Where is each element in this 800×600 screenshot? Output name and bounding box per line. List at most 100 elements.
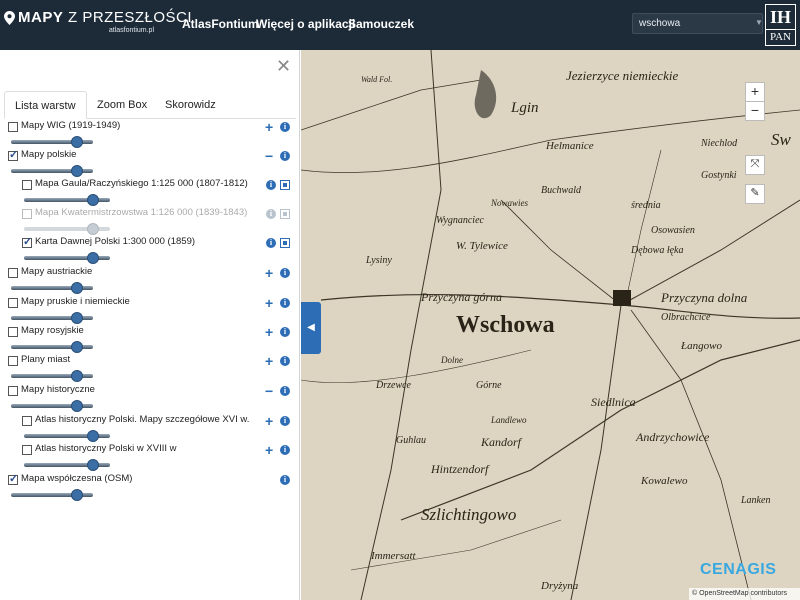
slider-thumb[interactable] — [70, 282, 83, 294]
layer-checkbox[interactable] — [22, 416, 32, 426]
map-attribution[interactable]: © OpenStreetMap contributors — [689, 588, 800, 600]
info-icon[interactable]: i — [280, 327, 290, 337]
layer-checkbox[interactable] — [8, 472, 18, 485]
collapse-group-button[interactable]: − — [265, 149, 273, 163]
legend-icon[interactable] — [280, 209, 290, 219]
opacity-slider[interactable] — [24, 223, 110, 235]
info-icon[interactable]: i — [280, 151, 290, 161]
close-icon[interactable]: ✕ — [276, 56, 291, 77]
slider-thumb[interactable] — [70, 489, 83, 501]
layer-checkbox[interactable] — [8, 327, 18, 337]
layer-checkbox[interactable] — [8, 122, 18, 132]
map-place-label: Siedlnica — [591, 395, 636, 409]
info-icon[interactable]: i — [280, 268, 290, 278]
expand-group-button[interactable]: + — [265, 266, 273, 280]
map-place-label: Olbrachcice — [661, 312, 711, 323]
opacity-slider[interactable] — [11, 370, 93, 382]
opacity-slider[interactable] — [24, 430, 110, 442]
map-place-label: W. Tylewice — [456, 240, 508, 252]
layer-label: Plany miast — [21, 354, 71, 365]
opacity-slider[interactable] — [11, 341, 93, 353]
expand-group-button[interactable]: + — [265, 325, 273, 339]
slider-thumb[interactable] — [86, 252, 99, 264]
map-road — [350, 519, 562, 571]
opacity-slider[interactable] — [11, 165, 93, 177]
slider-thumb[interactable] — [86, 430, 99, 442]
slider-thumb[interactable] — [70, 165, 83, 177]
expand-group-button[interactable]: + — [265, 414, 273, 428]
search-input[interactable] — [632, 13, 763, 34]
zoom-out-button[interactable]: − — [745, 101, 765, 121]
layer-checkbox[interactable] — [22, 180, 32, 190]
layer-checkbox[interactable] — [8, 298, 18, 308]
collapse-panel-button[interactable]: ◀ — [301, 302, 321, 354]
map-lake — [474, 70, 497, 119]
slider-thumb[interactable] — [86, 459, 99, 471]
nav-tutorial[interactable]: Samouczek — [348, 17, 414, 31]
app-logo[interactable]: MAPY Z PRZESZŁOŚCI atlasfontium.pl — [4, 9, 192, 39]
slider-thumb[interactable] — [70, 312, 83, 324]
slider-thumb[interactable] — [70, 136, 83, 148]
info-icon[interactable]: i — [266, 180, 276, 190]
map-place-label: Helmanice — [546, 140, 594, 152]
map-place-label: Wschowa — [456, 312, 555, 338]
opacity-slider[interactable] — [11, 136, 93, 148]
opacity-slider[interactable] — [11, 282, 93, 294]
expand-group-button[interactable]: + — [265, 296, 273, 310]
opacity-slider[interactable] — [24, 252, 110, 264]
map-view[interactable]: Wschowa Lgin Jezierzyce niemieckie Helmanic… — [301, 50, 800, 600]
info-icon[interactable]: i — [280, 298, 290, 308]
layer-checkbox[interactable] — [8, 356, 18, 366]
ruler-icon[interactable]: ✎ — [745, 184, 765, 204]
info-icon[interactable]: i — [280, 356, 290, 366]
info-icon[interactable]: i — [266, 209, 276, 219]
collapse-group-button[interactable]: − — [265, 384, 273, 398]
zoom-in-button[interactable]: + — [745, 82, 765, 102]
layer-label: Mapy WIG (1919-1949) — [21, 120, 121, 131]
info-icon[interactable]: i — [266, 238, 276, 248]
fullscreen-icon[interactable]: ⤧ — [745, 155, 765, 175]
layer-row: Atlas historyczny Polski w XVIII w + i — [0, 443, 300, 475]
info-icon[interactable]: i — [280, 386, 290, 396]
opacity-slider[interactable] — [24, 194, 110, 206]
opacity-slider[interactable] — [24, 459, 110, 471]
nav-more-about-app[interactable]: Więcej o aplikacji — [256, 17, 355, 31]
layer-checkbox[interactable] — [22, 445, 32, 455]
legend-icon[interactable] — [280, 238, 290, 248]
map-place-label: Landlewo — [491, 415, 527, 425]
info-icon[interactable]: i — [280, 445, 290, 455]
top-bar: MAPY Z PRZESZŁOŚCI atlasfontium.pl Atlas… — [0, 0, 800, 50]
map-place-label: Osowasien — [651, 225, 695, 236]
slider-thumb[interactable] — [86, 194, 99, 206]
tab-index[interactable]: Skorowidz — [155, 91, 226, 119]
layer-checkbox[interactable] — [8, 268, 18, 278]
map-place-label: Wald Fol. — [361, 75, 393, 84]
slider-thumb[interactable] — [70, 341, 83, 353]
layer-checkbox[interactable] — [8, 148, 18, 161]
expand-group-button[interactable]: + — [265, 443, 273, 457]
info-icon[interactable]: i — [280, 416, 290, 426]
legend-icon[interactable] — [280, 180, 290, 190]
info-icon[interactable]: i — [280, 122, 290, 132]
layer-checkbox[interactable] — [22, 235, 32, 248]
layer-checkbox[interactable] — [8, 386, 18, 396]
search-dropdown-icon[interactable]: ▼ — [755, 18, 763, 27]
ihpan-logo[interactable]: IH PAN — [765, 4, 796, 46]
slider-thumb[interactable] — [86, 223, 99, 235]
layer-label: Mapy austriackie — [21, 266, 93, 277]
tab-layer-list[interactable]: Lista warstw — [4, 91, 87, 119]
nav-atlasfontium[interactable]: AtlasFontium — [182, 17, 259, 31]
layer-label: Karta Dawnej Polski 1:300 000 (1859) — [35, 236, 196, 247]
opacity-slider[interactable] — [11, 400, 93, 412]
info-icon[interactable]: i — [280, 475, 290, 485]
expand-group-button[interactable]: + — [265, 354, 273, 368]
opacity-slider[interactable] — [11, 489, 93, 501]
layer-checkbox[interactable] — [22, 209, 32, 219]
layer-label: Mapy pruskie i niemieckie — [21, 296, 130, 307]
expand-group-button[interactable]: + — [265, 120, 273, 134]
layer-label: Mapy rosyjskie — [21, 325, 84, 336]
opacity-slider[interactable] — [11, 312, 93, 324]
slider-thumb[interactable] — [70, 370, 83, 382]
tab-zoom-box[interactable]: Zoom Box — [87, 91, 157, 119]
slider-thumb[interactable] — [70, 400, 83, 412]
